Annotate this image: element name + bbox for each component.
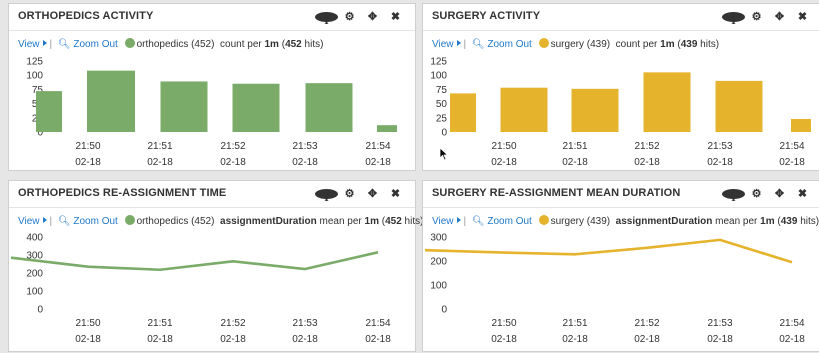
y-tick-label: 50 xyxy=(436,99,448,110)
y-tick-label: 100 xyxy=(26,287,43,298)
activity-bar-chart: 025507510012521:5002-1821:5102-1821:5202… xyxy=(9,4,417,172)
x-tick-time-label: 21:50 xyxy=(75,318,100,329)
x-tick-time-label: 21:54 xyxy=(365,141,390,152)
series-line xyxy=(425,240,792,262)
x-tick-date-label: 02-18 xyxy=(365,157,391,168)
y-tick-label: 400 xyxy=(26,233,43,244)
y-tick-label: 100 xyxy=(430,281,447,292)
bar xyxy=(572,89,619,132)
bar xyxy=(233,84,280,132)
y-tick-label: 300 xyxy=(430,233,447,244)
y-tick-label: 0 xyxy=(37,305,43,316)
bar xyxy=(87,71,135,132)
y-tick-label: 125 xyxy=(430,57,447,68)
y-tick-label: 125 xyxy=(26,57,43,68)
x-tick-time-label: 21:50 xyxy=(491,141,516,152)
x-tick-time-label: 21:51 xyxy=(147,318,172,329)
y-tick-label: 200 xyxy=(26,269,43,280)
panel-orthopedics-reassignment-time: ORTHOPEDICS RE-ASSIGNMENT TIME i ⚙ ✥ ✖ V… xyxy=(8,180,416,352)
bar xyxy=(377,125,397,132)
bar xyxy=(36,91,62,132)
bar xyxy=(161,81,208,132)
duration-line-chart: 010020030040021:5002-1821:5102-1821:5202… xyxy=(9,181,417,353)
bar xyxy=(450,93,476,132)
x-tick-time-label: 21:52 xyxy=(220,318,245,329)
x-tick-time-label: 21:52 xyxy=(220,141,245,152)
y-tick-label: 200 xyxy=(430,257,447,268)
x-tick-time-label: 21:51 xyxy=(562,318,587,329)
panel-surgery-reassignment-mean-duration: SURGERY RE-ASSIGNMENT MEAN DURATION i ⚙ … xyxy=(422,180,819,352)
x-tick-date-label: 02-18 xyxy=(779,334,805,345)
y-tick-label: 0 xyxy=(441,128,447,139)
x-tick-date-label: 02-18 xyxy=(634,334,660,345)
x-tick-time-label: 21:50 xyxy=(75,141,100,152)
x-tick-time-label: 21:50 xyxy=(491,318,516,329)
panel-surgery-activity: SURGERY ACTIVITY i ⚙ ✥ ✖ View| 🔍︎ Zoom O… xyxy=(422,3,819,171)
x-tick-time-label: 21:52 xyxy=(634,318,659,329)
x-tick-time-label: 21:53 xyxy=(707,318,732,329)
mouse-cursor-icon xyxy=(439,147,449,161)
x-tick-time-label: 21:53 xyxy=(707,141,732,152)
x-tick-date-label: 02-18 xyxy=(292,334,318,345)
x-tick-time-label: 21:54 xyxy=(779,318,804,329)
x-tick-date-label: 02-18 xyxy=(634,157,660,168)
x-tick-date-label: 02-18 xyxy=(491,334,517,345)
x-tick-time-label: 21:51 xyxy=(562,141,587,152)
panel-orthopedics-activity: ORTHOPEDICS ACTIVITY i ⚙ ✥ ✖ View| 🔍︎ Zo… xyxy=(8,3,416,171)
y-tick-label: 100 xyxy=(26,71,43,82)
bar xyxy=(716,81,763,132)
x-tick-date-label: 02-18 xyxy=(491,157,517,168)
activity-bar-chart: 0 25 50 75 100 125 21:50 02-18 21:51 02-18 21:52 02… xyxy=(423,4,819,172)
y-tick-label: 75 xyxy=(436,85,448,96)
y-tick-label: 0 xyxy=(441,305,447,316)
y-tick-label: 25 xyxy=(436,113,448,124)
x-tick-date-label: 02-18 xyxy=(220,157,246,168)
x-tick-date-label: 02-18 xyxy=(147,334,173,345)
bar xyxy=(501,88,548,132)
x-tick-time-label: 21:53 xyxy=(292,141,317,152)
bar xyxy=(306,83,353,132)
x-tick-time-label: 21:51 xyxy=(147,141,172,152)
y-tick-label: 100 xyxy=(430,71,447,82)
x-tick-date-label: 02-18 xyxy=(147,157,173,168)
x-tick-date-label: 02-18 xyxy=(707,157,733,168)
x-tick-date-label: 02-18 xyxy=(562,157,588,168)
series-line xyxy=(11,252,378,269)
x-tick-date-label: 02-18 xyxy=(75,334,101,345)
x-tick-date-label: 02-18 xyxy=(75,157,101,168)
bar xyxy=(791,119,811,132)
x-tick-time-label: 21:52 xyxy=(634,141,659,152)
x-tick-time-label: 21:53 xyxy=(292,318,317,329)
duration-line-chart: 0 100 200 300 21:50 02-18 21:51 02-18 21:52 02-18… xyxy=(423,181,819,353)
x-tick-date-label: 02-18 xyxy=(365,334,391,345)
x-tick-date-label: 02-18 xyxy=(220,334,246,345)
bar xyxy=(644,72,691,132)
x-tick-time-label: 21:54 xyxy=(365,318,390,329)
x-tick-date-label: 02-18 xyxy=(562,334,588,345)
x-tick-date-label: 02-18 xyxy=(707,334,733,345)
x-tick-date-label: 02-18 xyxy=(779,157,805,168)
x-tick-time-label: 21:54 xyxy=(779,141,804,152)
x-tick-date-label: 02-18 xyxy=(292,157,318,168)
